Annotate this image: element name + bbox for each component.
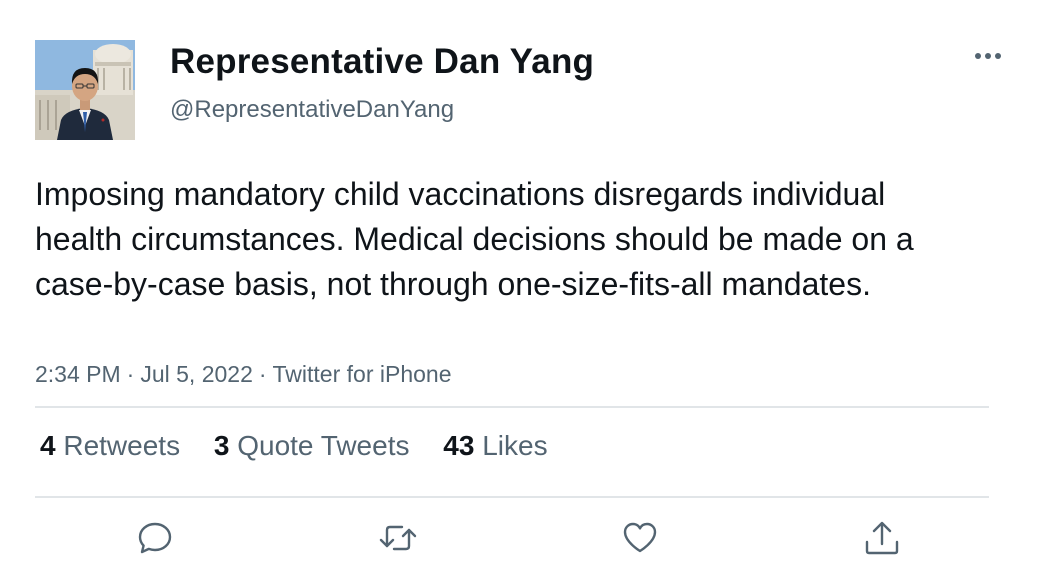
retweets-count: 4 <box>40 430 56 461</box>
tweet-meta: 2:34 PM · Jul 5, 2022 · Twitter for iPhone <box>35 361 452 388</box>
likes-stat[interactable]: 43 Likes <box>443 430 547 462</box>
meta-separator: · <box>126 361 135 387</box>
quote-tweets-stat[interactable]: 3 Quote Tweets <box>214 430 410 462</box>
share-icon[interactable] <box>862 518 902 558</box>
likes-label: Likes <box>482 430 548 461</box>
user-handle[interactable]: @RepresentativeDanYang <box>170 96 454 124</box>
likes-count: 43 <box>443 430 475 461</box>
avatar[interactable] <box>35 40 135 140</box>
quote-tweets-label: Quote Tweets <box>237 430 410 461</box>
display-name[interactable]: Representative Dan Yang <box>170 42 594 82</box>
tweet-time[interactable]: 2:34 PM <box>35 361 121 387</box>
quote-tweets-count: 3 <box>213 430 230 461</box>
more-options-icon[interactable] <box>970 42 1006 70</box>
retweets-stat[interactable]: 4 Retweets <box>40 430 180 462</box>
engagement-stats: 4 Retweets 3 Quote Tweets 43 Likes <box>40 430 574 462</box>
tweet-text: Imposing mandatory child vaccinations di… <box>35 176 914 302</box>
tweet-source[interactable]: Twitter for iPhone <box>273 361 452 387</box>
like-icon[interactable] <box>620 518 660 558</box>
tweet-date[interactable]: Jul 5, 2022 <box>140 361 253 387</box>
meta-separator: · <box>258 361 267 387</box>
divider <box>35 406 989 408</box>
divider <box>35 496 989 498</box>
tweet-card: Representative Dan Yang @RepresentativeD… <box>0 0 1050 570</box>
reply-icon[interactable] <box>135 518 175 558</box>
person-portrait-icon <box>35 40 135 140</box>
retweets-label: Retweets <box>63 430 181 461</box>
retweet-icon[interactable] <box>378 518 418 558</box>
